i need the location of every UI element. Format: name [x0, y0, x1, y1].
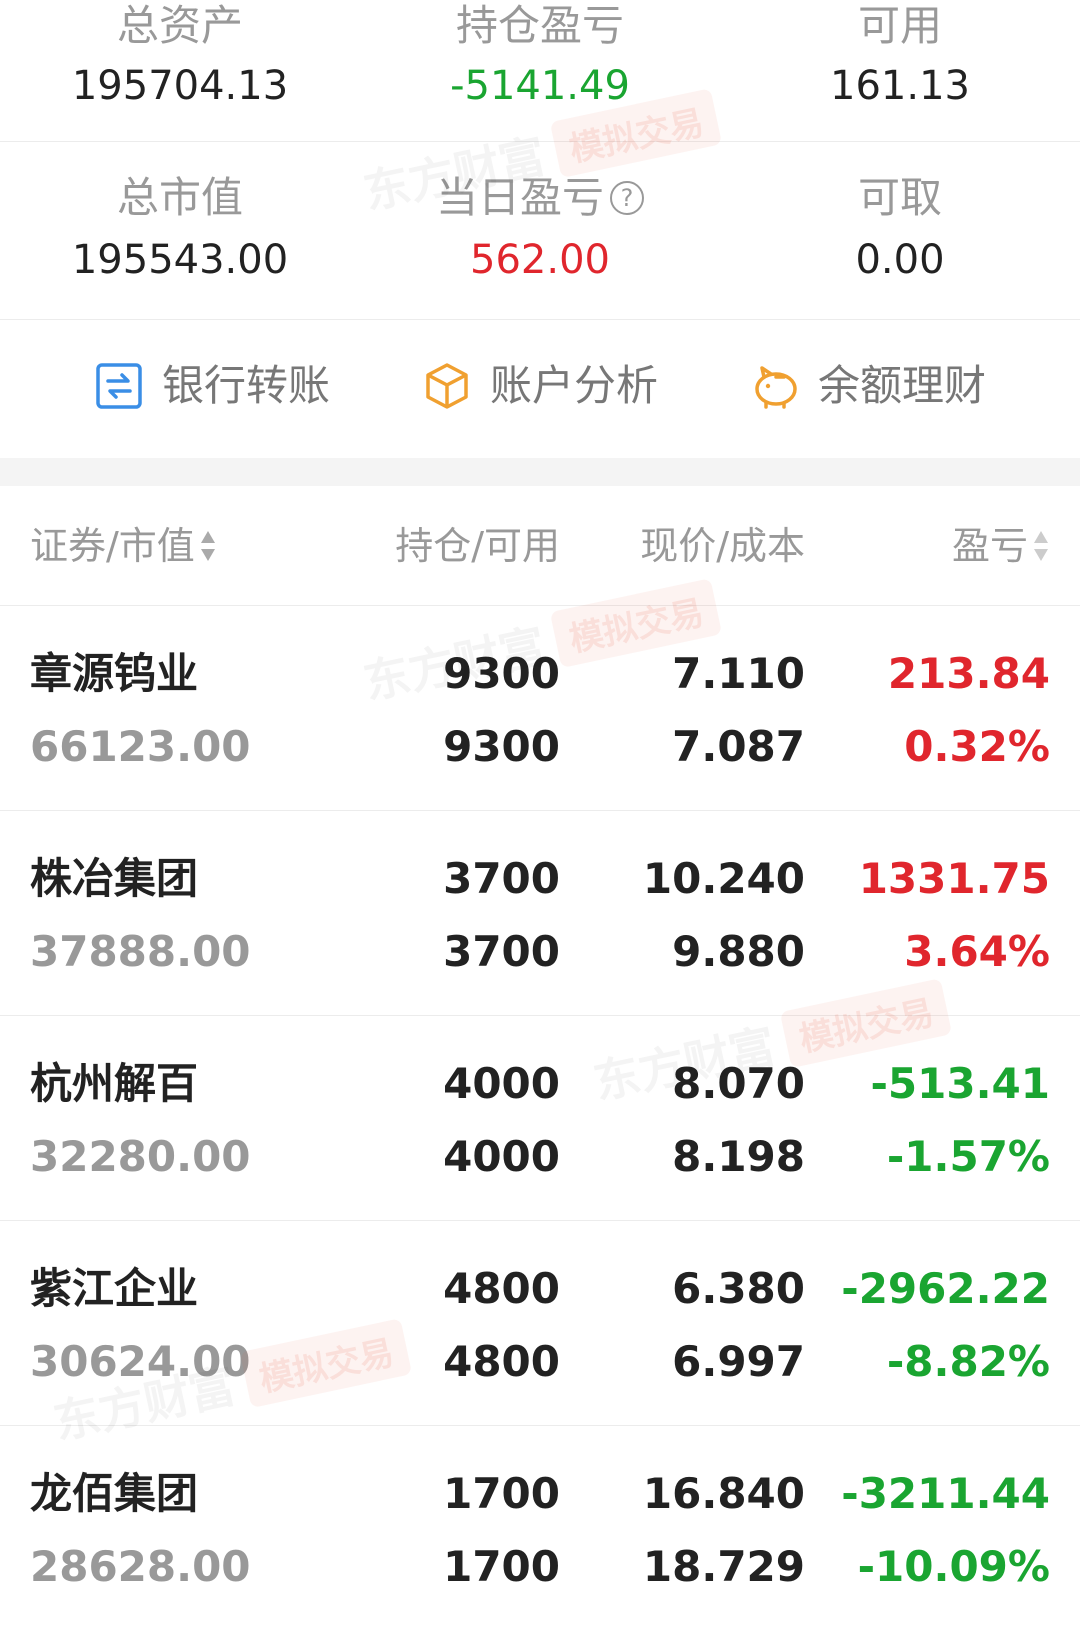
current-price: 7.110 — [672, 649, 805, 698]
holdings-header: 证券/市值 持仓/可用 现价/成本 盈亏 — [0, 486, 1080, 606]
daily-pnl-label: 当日盈亏 — [435, 173, 604, 222]
total-market-value-value: 195543.00 — [71, 237, 289, 283]
pnl-amount: 213.84 — [887, 649, 1050, 698]
pnl-percent: 3.64% — [904, 927, 1050, 976]
withdrawable-label: 可取 — [857, 173, 942, 222]
position-qty: 4000 — [443, 1059, 560, 1108]
available-qty: 4800 — [443, 1337, 560, 1386]
available-qty: 9300 — [443, 722, 560, 771]
market-value: 66123.00 — [30, 722, 251, 771]
daily-pnl-label-wrap: 当日盈亏? — [360, 172, 720, 224]
holding-row[interactable]: 紫江企业 30624.00 4800 4800 6.380 6.997 -296… — [0, 1221, 1080, 1426]
account-analysis-button[interactable]: 账户分析 — [422, 356, 658, 416]
available-label: 可用 — [857, 1, 942, 50]
position-qty: 4800 — [443, 1264, 560, 1313]
total-assets-value: 195704.13 — [71, 63, 289, 109]
section-divider — [0, 458, 1080, 486]
stock-name: 龙佰集团 — [30, 1469, 199, 1518]
available-qty: 1700 — [443, 1542, 560, 1591]
pnl-amount: 1331.75 — [858, 854, 1050, 903]
available-qty: 3700 — [443, 927, 560, 976]
pnl-percent: -8.82% — [886, 1337, 1050, 1386]
summary-row-1: 总资产 195704.13 持仓盈亏 -5141.49 可用 161.13 — [0, 0, 1080, 142]
bank-transfer-button[interactable]: 银行转账 — [94, 356, 330, 416]
holding-row[interactable]: 杭州解百 32280.00 4000 4000 8.070 8.198 -513… — [0, 1016, 1080, 1221]
stock-name: 紫江企业 — [30, 1264, 199, 1313]
pnl-percent: -10.09% — [857, 1542, 1050, 1591]
pnl-amount: -3211.44 — [841, 1469, 1050, 1518]
market-value: 37888.00 — [30, 927, 251, 976]
position-pnl-label: 持仓盈亏 — [455, 1, 624, 50]
cost-price: 8.198 — [672, 1132, 805, 1181]
balance-finance-label: 余额理财 — [818, 361, 987, 410]
cost-price: 7.087 — [672, 722, 805, 771]
available-value: 161.13 — [830, 63, 970, 109]
position-qty: 3700 — [443, 854, 560, 903]
stock-name: 株冶集团 — [30, 854, 199, 903]
pnl-percent: -1.57% — [886, 1132, 1050, 1181]
holding-row[interactable]: 株冶集团 37888.00 3700 3700 10.240 9.880 133… — [0, 811, 1080, 1016]
current-price: 8.070 — [672, 1059, 805, 1108]
balance-finance-button[interactable]: 余额理财 — [750, 356, 986, 416]
account-analysis-label: 账户分析 — [490, 361, 659, 410]
daily-pnl-value: 562.00 — [470, 237, 610, 283]
holding-row[interactable]: 龙佰集团 28628.00 1700 1700 16.840 18.729 -3… — [0, 1426, 1080, 1629]
summary-row-2: 总市值 195543.00 当日盈亏? 562.00 可取 0.00 — [0, 142, 1080, 320]
stock-name: 章源钨业 — [30, 649, 199, 698]
current-price: 16.840 — [642, 1469, 805, 1518]
cube-icon — [426, 363, 468, 409]
total-assets-label: 总资产 — [116, 1, 243, 50]
price-header: 现价/成本 — [640, 524, 805, 568]
current-price: 10.240 — [642, 854, 805, 903]
sort-pnl-header[interactable]: 盈亏 — [952, 522, 1050, 570]
pnl-header-label: 盈亏 — [951, 524, 1028, 568]
cost-price: 6.997 — [672, 1337, 805, 1386]
quick-actions: 银行转账 账户分析 余额理财 — [0, 320, 1080, 458]
withdrawable-value: 0.00 — [855, 237, 945, 283]
sort-security-header[interactable]: 证券/市值 — [30, 522, 217, 570]
sort-icon — [1034, 531, 1048, 561]
market-value: 30624.00 — [30, 1337, 251, 1386]
position-qty: 1700 — [443, 1469, 560, 1518]
help-icon[interactable]: ? — [610, 181, 644, 215]
sort-icon — [200, 531, 215, 561]
available-qty: 4000 — [443, 1132, 560, 1181]
current-price: 6.380 — [672, 1264, 805, 1313]
piggy-bank-icon — [755, 366, 797, 409]
market-value: 28628.00 — [30, 1542, 251, 1591]
total-market-value-label: 总市值 — [116, 173, 243, 222]
stock-name: 杭州解百 — [30, 1059, 199, 1108]
cost-price: 9.880 — [672, 927, 805, 976]
pnl-amount: -2962.22 — [841, 1264, 1050, 1313]
position-pnl-value: -5141.49 — [450, 63, 630, 109]
bank-transfer-icon — [96, 363, 142, 409]
position-header: 持仓/可用 — [395, 524, 560, 568]
position-qty: 9300 — [443, 649, 560, 698]
cost-price: 18.729 — [642, 1542, 805, 1591]
pnl-amount: -513.41 — [870, 1059, 1050, 1108]
pnl-percent: 0.32% — [904, 722, 1050, 771]
holding-row[interactable]: 章源钨业 66123.00 9300 9300 7.110 7.087 213.… — [0, 606, 1080, 811]
bank-transfer-label: 银行转账 — [162, 361, 331, 410]
security-header-label: 证券/市值 — [30, 524, 195, 568]
market-value: 32280.00 — [30, 1132, 251, 1181]
portfolio-page: 总资产 195704.13 持仓盈亏 -5141.49 可用 161.13 总市… — [0, 0, 1080, 1629]
